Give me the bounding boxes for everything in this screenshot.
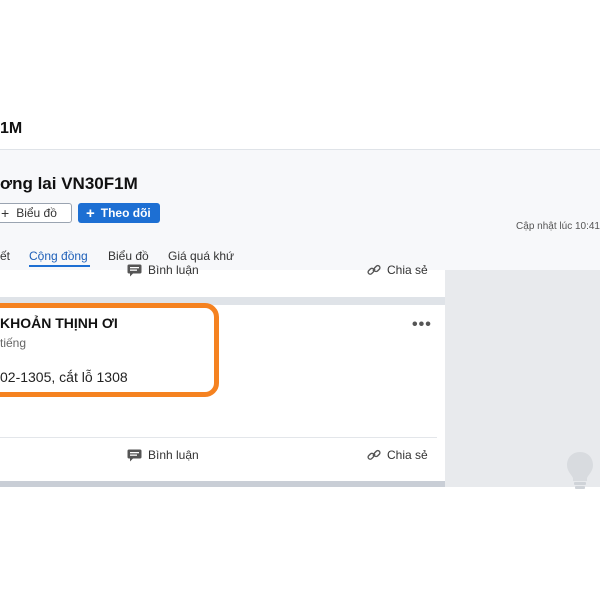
comment-button[interactable]: Bình luận [127, 448, 199, 462]
comment-icon [127, 449, 142, 462]
highlight-annotation [0, 303, 219, 397]
tab-chart[interactable]: Biểu đồ [108, 249, 149, 263]
link-icon [367, 263, 381, 277]
tab-price-history[interactable]: Giá quá khứ [168, 249, 234, 263]
previous-share-button[interactable]: Chia sẻ [367, 263, 428, 277]
site-title: 1M [0, 120, 23, 137]
follow-button[interactable]: + Theo dõi [78, 203, 160, 223]
share-label: Chia sẻ [387, 263, 428, 277]
plus-icon: + [86, 204, 95, 222]
lightbulb-icon[interactable] [565, 450, 595, 495]
more-icon[interactable]: ••• [412, 316, 432, 334]
plus-icon: + [1, 205, 10, 221]
tab-community[interactable]: Cộng đồng [29, 249, 88, 263]
active-tab-indicator [29, 265, 90, 267]
follow-button-label: Theo dõi [100, 206, 151, 220]
previous-comment-button[interactable]: Bình luận [127, 263, 199, 277]
share-label: Chia sẻ [387, 448, 428, 462]
tab-detail[interactable]: ết [0, 249, 10, 263]
share-button[interactable]: Chia sẻ [367, 448, 428, 462]
stock-title: ơng lai VN30F1M [0, 174, 138, 193]
comment-label: Bình luận [148, 263, 199, 277]
feed-separator [0, 481, 445, 487]
post-divider [0, 437, 437, 438]
chart-button-label: Biểu đồ [16, 206, 57, 220]
updated-time: Cập nhật lúc 10:41 [516, 221, 600, 232]
comment-icon [127, 264, 142, 277]
chart-button[interactable]: + Biểu đồ [0, 203, 72, 223]
comment-label: Bình luận [148, 448, 199, 462]
link-icon [367, 448, 381, 462]
